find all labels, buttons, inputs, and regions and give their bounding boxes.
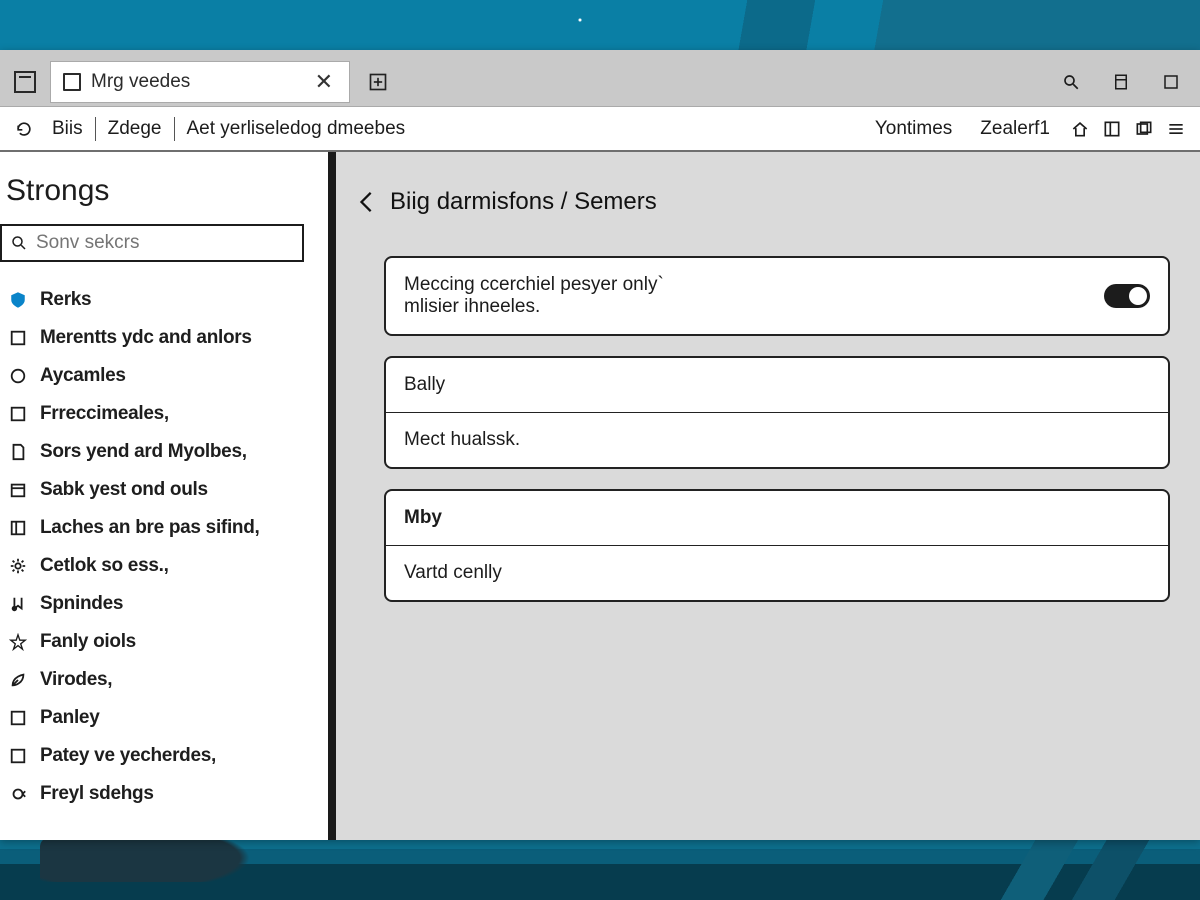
more-icon[interactable] bbox=[1160, 113, 1192, 145]
sidebar-item-label: Virodes, bbox=[40, 669, 112, 691]
sidebar-item[interactable]: Sors yend ard Myolbes, bbox=[0, 434, 328, 470]
window-button[interactable] bbox=[1156, 67, 1186, 97]
list-row[interactable]: Vartd cenlly bbox=[386, 545, 1168, 600]
sidebar-item-label: Freyl sdehgs bbox=[40, 783, 154, 805]
sidebar-nav: Rerks Merentts ydc and anlors Aycamles Frre… bbox=[0, 272, 328, 812]
sidebar-search[interactable] bbox=[0, 224, 304, 262]
sidebar-item[interactable]: Cetlok so ess., bbox=[0, 548, 328, 584]
page-title: Biig darmisfons / Semers bbox=[390, 188, 657, 216]
toggle-title: Meccing ccerchiel pesyer only` bbox=[404, 274, 1104, 296]
breadcrumb-3[interactable]: Aet yerliseledog dmeebes bbox=[175, 113, 418, 145]
sidebar-item[interactable]: Fanly oiols bbox=[0, 624, 328, 660]
list-row-head[interactable]: Mby bbox=[386, 491, 1168, 545]
setting-card-list-2: Mby Vartd cenlly bbox=[384, 489, 1170, 602]
toggle-switch[interactable] bbox=[1104, 284, 1150, 308]
panel-icon bbox=[8, 518, 28, 538]
breadcrumb-2[interactable]: Zdege bbox=[96, 113, 174, 145]
sidebar-item-label: Sors yend ard Myolbes, bbox=[40, 441, 247, 463]
layers-icon[interactable] bbox=[1128, 113, 1160, 145]
browser-window: Mrg veedes ✕ Biis Zdege Aet yerliseledog… bbox=[0, 50, 1200, 840]
note-icon bbox=[8, 594, 28, 614]
sidebar-item[interactable]: Aycamles bbox=[0, 358, 328, 394]
page-icon bbox=[63, 73, 81, 91]
setting-card-toggle: Meccing ccerchiel pesyer only` mlisier i… bbox=[384, 256, 1170, 336]
panel-button[interactable] bbox=[1106, 67, 1136, 97]
search-icon bbox=[10, 234, 28, 252]
sidebar-item-label: Cetlok so ess., bbox=[40, 555, 169, 577]
square-icon bbox=[8, 404, 28, 424]
circle-icon bbox=[8, 366, 28, 386]
sidebar-item[interactable]: Sabk yest ond ouls bbox=[0, 472, 328, 508]
setting-card-list-1: Bally Mect hualssk. bbox=[384, 356, 1170, 469]
leaf-icon bbox=[8, 670, 28, 690]
sidebar-item[interactable]: Freyl sdehgs bbox=[0, 776, 328, 812]
gear-icon bbox=[8, 556, 28, 576]
browser-tab[interactable]: Mrg veedes ✕ bbox=[50, 61, 350, 103]
page-icon bbox=[8, 442, 28, 462]
sidebar-item-label: Fanly oiols bbox=[40, 631, 136, 653]
calendar-icon bbox=[8, 480, 28, 500]
sidebar-item-label: Sabk yest ond ouls bbox=[40, 479, 208, 501]
sidebar-item-label: Spnindes bbox=[40, 593, 123, 615]
sidebar-item[interactable]: Laches an bre pas sifind, bbox=[0, 510, 328, 546]
sidebar-item[interactable]: Frreccimeales, bbox=[0, 396, 328, 432]
sidebar-item-label: Aycamles bbox=[40, 365, 126, 387]
page-header: Biig darmisfons / Semers bbox=[352, 188, 1170, 216]
app-menu-icon[interactable] bbox=[14, 71, 36, 93]
tab-close-button[interactable]: ✕ bbox=[309, 65, 339, 99]
loop-icon bbox=[8, 784, 28, 804]
star-icon bbox=[8, 632, 28, 652]
sidebar-item-label: Merentts ydc and anlors bbox=[40, 327, 252, 349]
sidebar-item[interactable]: Patey ve yecherdes, bbox=[0, 738, 328, 774]
shield-icon bbox=[8, 290, 28, 310]
square-icon bbox=[8, 328, 28, 348]
settings-sidebar: Strongs Rerks Merentts ydc and anlors Ayca… bbox=[0, 152, 336, 840]
reload-button[interactable] bbox=[8, 113, 40, 145]
sidebar-item-label: Rerks bbox=[40, 289, 91, 311]
sidebar-item-label: Frreccimeales, bbox=[40, 403, 169, 425]
toolbar-link-2[interactable]: Zealerf1 bbox=[966, 118, 1064, 140]
square-icon bbox=[8, 708, 28, 728]
list-row[interactable]: Bally bbox=[386, 358, 1168, 412]
sidebar-item[interactable]: Rerks bbox=[0, 282, 328, 318]
breadcrumb-1[interactable]: Biis bbox=[40, 113, 95, 145]
list-row[interactable]: Mect hualssk. bbox=[386, 412, 1168, 467]
sidebar-item[interactable]: Virodes, bbox=[0, 662, 328, 698]
sidebar-item-label: Patey ve yecherdes, bbox=[40, 745, 216, 767]
search-button[interactable] bbox=[1056, 67, 1086, 97]
home-icon[interactable] bbox=[1064, 113, 1096, 145]
tab-title: Mrg veedes bbox=[91, 71, 190, 93]
sidebar-heading: Strongs bbox=[0, 170, 328, 224]
column-icon[interactable] bbox=[1096, 113, 1128, 145]
toggle-subtitle: mlisier ihneeles. bbox=[404, 296, 1104, 318]
sidebar-item[interactable]: Panley bbox=[0, 700, 328, 736]
sidebar-item[interactable]: Spnindes bbox=[0, 586, 328, 622]
back-button[interactable] bbox=[356, 189, 378, 215]
sidebar-search-input[interactable] bbox=[36, 232, 294, 254]
square-icon bbox=[8, 746, 28, 766]
taskbar bbox=[0, 840, 1200, 900]
content-pane: Biig darmisfons / Semers Meccing ccerchi… bbox=[336, 152, 1200, 840]
tab-strip: Mrg veedes ✕ bbox=[0, 50, 1200, 106]
sidebar-item-label: Panley bbox=[40, 707, 99, 729]
toolbar-link-1[interactable]: Yontimes bbox=[861, 118, 966, 140]
sidebar-item-label: Laches an bre pas sifind, bbox=[40, 517, 260, 539]
toolbar: Biis Zdege Aet yerliseledog dmeebes Yont… bbox=[0, 106, 1200, 152]
sidebar-item[interactable]: Merentts ydc and anlors bbox=[0, 320, 328, 356]
new-tab-button[interactable] bbox=[358, 61, 398, 103]
